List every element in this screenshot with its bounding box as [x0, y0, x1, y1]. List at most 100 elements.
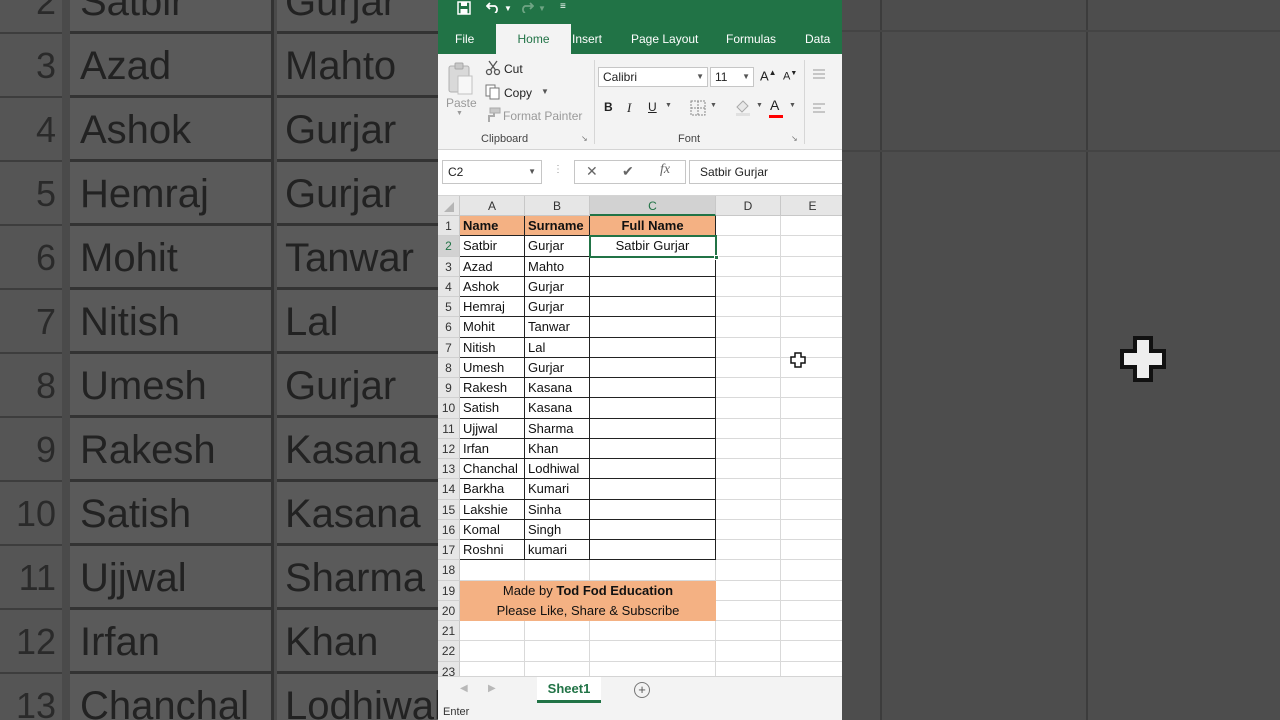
name-cell[interactable]: Ashok: [460, 276, 525, 297]
cell[interactable]: [590, 560, 716, 581]
row-header[interactable]: 12: [438, 438, 460, 459]
undo-dropdown-icon[interactable]: ▼: [504, 2, 512, 16]
cell[interactable]: [781, 662, 842, 677]
cell[interactable]: [716, 216, 781, 237]
cell[interactable]: [716, 600, 781, 621]
cell[interactable]: [781, 641, 842, 662]
row-header[interactable]: 6: [438, 317, 460, 338]
name-cell[interactable]: Chanchal: [460, 459, 525, 480]
format-painter-button[interactable]: Format Painter: [503, 109, 582, 123]
row-header[interactable]: 10: [438, 398, 460, 419]
paste-dropdown-icon[interactable]: ▼: [456, 110, 463, 117]
cell[interactable]: [716, 418, 781, 439]
paste-icon[interactable]: [446, 62, 474, 96]
row-header[interactable]: 7: [438, 337, 460, 358]
name-cell[interactable]: Irfan: [460, 438, 525, 459]
cell[interactable]: [781, 317, 842, 338]
cell[interactable]: [781, 419, 842, 439]
cancel-entry-icon[interactable]: ✕: [586, 163, 598, 180]
tab-formulas[interactable]: Formulas: [718, 24, 784, 54]
name-cell[interactable]: Umesh: [460, 357, 525, 378]
cell[interactable]: [716, 519, 781, 540]
clipboard-launcher-icon[interactable]: ↘: [581, 134, 588, 143]
header-cell[interactable]: Name: [460, 216, 525, 237]
tab-insert[interactable]: Insert: [564, 24, 610, 54]
cell[interactable]: [716, 540, 781, 561]
header-cell[interactable]: Full Name: [590, 216, 716, 237]
cut-button[interactable]: Cut: [504, 62, 523, 76]
grow-font-icon[interactable]: A▲: [760, 68, 777, 83]
cell[interactable]: [781, 216, 842, 237]
cell[interactable]: [716, 661, 781, 676]
cell[interactable]: [716, 398, 781, 419]
italic-button[interactable]: I: [627, 100, 631, 116]
cell[interactable]: [781, 439, 842, 459]
scroll-left-icon[interactable]: ◀: [460, 683, 468, 694]
surname-cell[interactable]: Gurjar: [525, 276, 590, 297]
row-header[interactable]: 14: [438, 479, 460, 500]
copy-button[interactable]: Copy: [504, 86, 532, 100]
cell[interactable]: [460, 560, 525, 581]
full-name-cell[interactable]: [590, 297, 716, 318]
full-name-cell[interactable]: [590, 378, 716, 399]
tab-page-layout[interactable]: Page Layout: [623, 24, 706, 54]
cell[interactable]: [781, 277, 842, 297]
full-name-cell[interactable]: [590, 438, 716, 459]
full-name-cell[interactable]: [590, 357, 716, 378]
cell[interactable]: [716, 560, 781, 581]
row-header[interactable]: 2: [438, 236, 460, 257]
cell[interactable]: [716, 580, 781, 601]
name-cell[interactable]: Lakshie: [460, 499, 525, 520]
cell[interactable]: [716, 641, 781, 662]
cell[interactable]: [590, 641, 716, 662]
cell[interactable]: [781, 581, 842, 601]
formula-input[interactable]: Satbir Gurjar: [689, 160, 842, 184]
cell[interactable]: [716, 621, 781, 642]
cell[interactable]: [781, 236, 842, 257]
cell[interactable]: [525, 661, 590, 676]
underline-dropdown-icon[interactable]: ▼: [665, 102, 672, 109]
surname-cell[interactable]: Gurjar: [525, 357, 590, 378]
font-name-select[interactable]: Calibri ▼: [598, 67, 708, 87]
surname-cell[interactable]: Lal: [525, 337, 590, 358]
cell[interactable]: [716, 236, 781, 257]
add-sheet-icon[interactable]: +: [634, 682, 650, 698]
redo-icon[interactable]: [520, 1, 534, 13]
row-header[interactable]: 21: [438, 621, 460, 642]
cell[interactable]: [716, 357, 781, 378]
font-size-select[interactable]: 11 ▼: [710, 67, 754, 87]
shrink-font-icon[interactable]: A▼: [783, 70, 797, 83]
name-cell[interactable]: Azad: [460, 256, 525, 277]
borders-dropdown-icon[interactable]: ▼: [710, 102, 717, 109]
column-header-b[interactable]: B: [525, 196, 590, 216]
cell[interactable]: [781, 500, 842, 520]
cell[interactable]: [716, 256, 781, 277]
paste-label[interactable]: Paste: [446, 96, 477, 110]
cell[interactable]: [525, 621, 590, 642]
surname-cell[interactable]: Kumari: [525, 479, 590, 500]
sheet-tab[interactable]: Sheet1: [537, 677, 601, 703]
align-top-icon[interactable]: [812, 68, 826, 80]
cell[interactable]: [716, 337, 781, 358]
full-name-cell[interactable]: [590, 337, 716, 358]
row-header[interactable]: 1: [438, 216, 460, 237]
surname-cell[interactable]: Gurjar: [525, 297, 590, 318]
cell[interactable]: [716, 479, 781, 500]
header-cell[interactable]: Surname: [525, 216, 590, 237]
cell[interactable]: [781, 479, 842, 500]
cell[interactable]: [716, 378, 781, 399]
row-header[interactable]: 23: [438, 661, 460, 676]
full-name-cell[interactable]: [590, 499, 716, 520]
cell[interactable]: [716, 297, 781, 318]
cell[interactable]: [781, 257, 842, 277]
font-launcher-icon[interactable]: ↘: [791, 134, 798, 143]
surname-cell[interactable]: Sharma: [525, 418, 590, 439]
full-name-cell[interactable]: [590, 418, 716, 439]
row-header[interactable]: 11: [438, 418, 460, 439]
cell[interactable]: [781, 459, 842, 480]
cell[interactable]: [590, 621, 716, 642]
cell[interactable]: [781, 520, 842, 540]
surname-cell[interactable]: Gurjar: [525, 236, 590, 257]
row-header[interactable]: 3: [438, 256, 460, 277]
fill-handle[interactable]: [714, 254, 719, 260]
